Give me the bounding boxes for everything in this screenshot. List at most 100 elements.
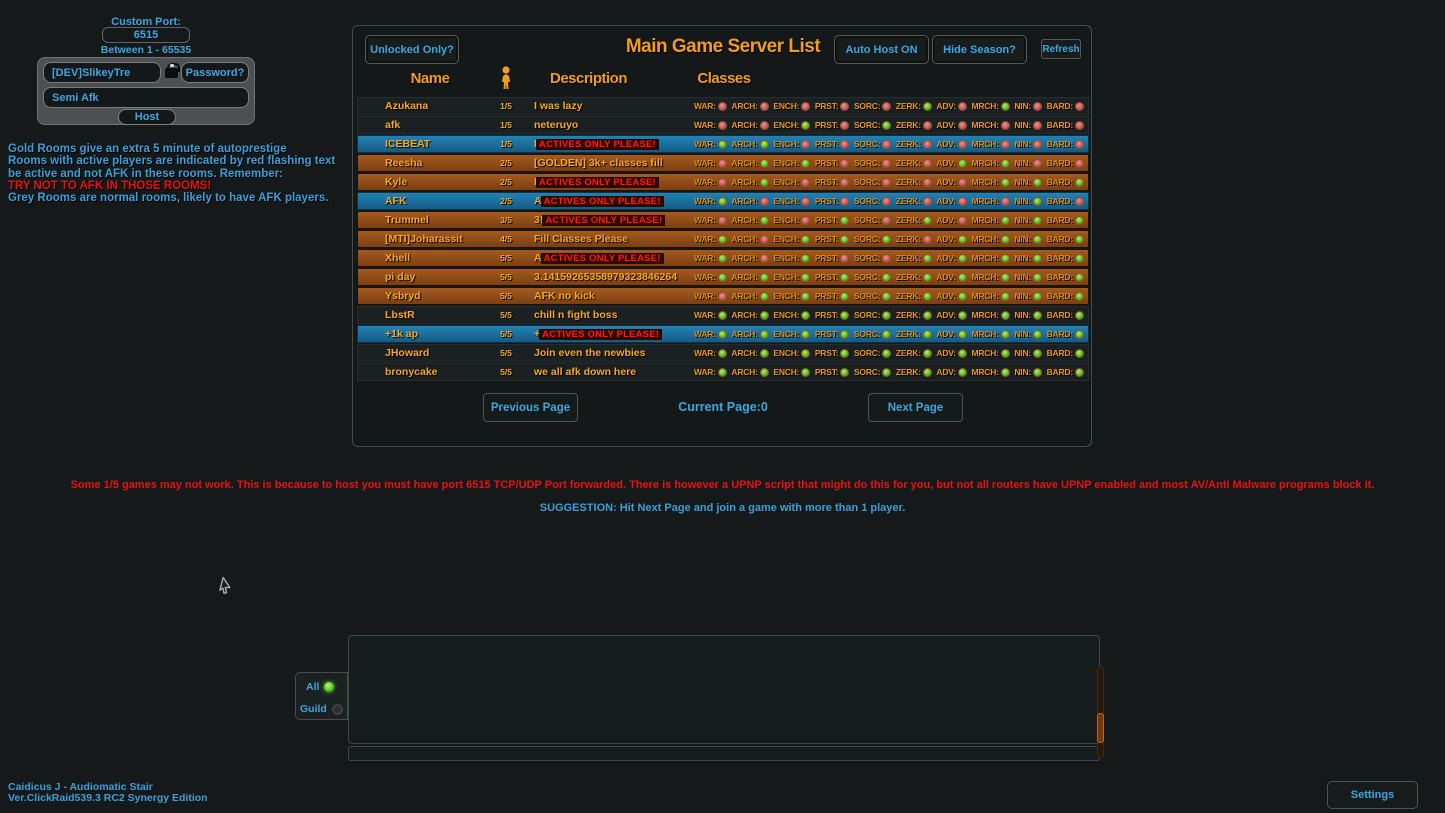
info-line: Grey Rooms are normal rooms, likely to h… xyxy=(8,192,368,204)
next-page-button[interactable]: Next Page xyxy=(868,393,963,422)
class-status-dot xyxy=(801,140,810,149)
server-row[interactable]: bronycake 5/5 we all afk down here WAR:A… xyxy=(357,363,1089,381)
server-classes: WAR:ARCH:ENCH:PRST:SORC:ZERK:ADV:MRCH:NI… xyxy=(694,177,1084,187)
custom-port-input[interactable]: 6515 xyxy=(102,27,190,43)
class-slot: ARCH: xyxy=(731,253,768,263)
server-row[interactable]: Azukana 1/5 I was lazy WAR:ARCH:ENCH:PRS… xyxy=(357,97,1089,115)
server-row[interactable]: Xhell 5/5 AACTIVES ONLY PLEASE! WAR:ARCH… xyxy=(357,249,1089,267)
mouse-cursor xyxy=(218,576,234,596)
class-status-dot xyxy=(1001,140,1010,149)
room-name-input[interactable]: Semi Afk xyxy=(43,87,249,108)
chat-scrollbar-thumb[interactable] xyxy=(1097,713,1104,743)
server-row[interactable]: +1k ap 5/5 +ACTIVES ONLY PLEASE! WAR:ARC… xyxy=(357,325,1089,343)
class-slot: ARCH: xyxy=(731,367,768,377)
server-classes: WAR:ARCH:ENCH:PRST:SORC:ZERK:ADV:MRCH:NI… xyxy=(694,139,1084,149)
server-name: JHoward xyxy=(385,347,491,359)
column-header-name: Name xyxy=(395,70,465,87)
chat-filter-guild[interactable]: Guild xyxy=(300,703,343,715)
unlocked-only-button[interactable]: Unlocked Only? xyxy=(365,35,459,64)
player-name-input[interactable]: [DEV]SlikeyTre xyxy=(43,62,161,83)
server-classes: WAR:ARCH:ENCH:PRST:SORC:ZERK:ADV:MRCH:NI… xyxy=(694,310,1084,320)
server-description: +ACTIVES ONLY PLEASE! xyxy=(534,328,694,340)
class-status-dot xyxy=(760,178,769,187)
class-slot: ADV: xyxy=(936,253,967,263)
class-status-dot xyxy=(718,330,727,339)
server-row[interactable]: pi day 5/5 3.14159265358979323846264 WAR… xyxy=(357,268,1089,286)
class-status-dot xyxy=(958,235,967,244)
auto-host-button[interactable]: Auto Host ON xyxy=(834,35,929,64)
settings-button[interactable]: Settings xyxy=(1327,781,1418,809)
class-slot: NIN: xyxy=(1014,310,1042,320)
class-status-dot xyxy=(958,178,967,187)
class-slot: MRCH: xyxy=(971,177,1009,187)
previous-page-button[interactable]: Previous Page xyxy=(483,393,578,422)
server-row[interactable]: Ysbryd 5/5 AFK no kick WAR:ARCH:ENCH:PRS… xyxy=(357,287,1089,305)
server-name: Kyle xyxy=(385,176,491,188)
server-row[interactable]: [MTI]Joharassit 4/5 Fill Classes Please … xyxy=(357,230,1089,248)
radio-off-icon[interactable] xyxy=(332,704,343,715)
class-slot: ARCH: xyxy=(731,101,768,111)
server-row[interactable]: Reesha 2/5 [GOLDEN] 3k+ classes fill WAR… xyxy=(357,154,1089,172)
refresh-button[interactable]: Refresh xyxy=(1041,39,1081,59)
host-button[interactable]: Host xyxy=(118,109,176,125)
class-slot: SORC: xyxy=(854,158,891,168)
hide-season-button[interactable]: Hide Season? xyxy=(932,35,1027,64)
class-status-dot xyxy=(958,311,967,320)
class-status-dot xyxy=(760,121,769,130)
class-status-dot xyxy=(923,254,932,263)
class-status-dot xyxy=(801,368,810,377)
class-status-dot xyxy=(718,178,727,187)
class-status-dot xyxy=(1033,368,1042,377)
class-status-dot xyxy=(1033,254,1042,263)
class-slot: WAR: xyxy=(694,310,727,320)
server-row[interactable]: JHoward 5/5 Join even the newbies WAR:AR… xyxy=(357,344,1089,362)
info-line: Gold Rooms give an extra 5 minute of aut… xyxy=(8,143,368,155)
class-slot: PRST: xyxy=(815,253,850,263)
class-status-dot xyxy=(1033,178,1042,187)
host-panel: [DEV]SlikeyTre Password? Semi Afk Host xyxy=(37,57,255,125)
server-player-count: 1/5 xyxy=(491,101,521,111)
class-slot: MRCH: xyxy=(971,348,1009,358)
class-slot: PRST: xyxy=(815,120,850,130)
server-row[interactable]: afk 1/5 neteruyo WAR:ARCH:ENCH:PRST:SORC… xyxy=(357,116,1089,134)
class-status-dot xyxy=(923,140,932,149)
class-slot: ENCH: xyxy=(773,329,810,339)
server-row[interactable]: ICEBEAT 1/5 IACTIVES ONLY PLEASE! WAR:AR… xyxy=(357,135,1089,153)
chat-input-field[interactable] xyxy=(348,746,1100,761)
chat-scrollbar[interactable] xyxy=(1097,666,1104,758)
class-slot: NIN: xyxy=(1014,291,1042,301)
class-status-dot xyxy=(958,273,967,282)
class-slot: SORC: xyxy=(854,234,891,244)
radio-on-icon[interactable] xyxy=(324,682,334,692)
class-slot: NIN: xyxy=(1014,196,1042,206)
server-row[interactable]: AFK 2/5 AACTIVES ONLY PLEASE! WAR:ARCH:E… xyxy=(357,192,1089,210)
class-slot: WAR: xyxy=(694,367,727,377)
server-player-count: 5/5 xyxy=(491,272,521,282)
class-status-dot xyxy=(1075,140,1084,149)
server-row[interactable]: Kyle 2/5 IACTIVES ONLY PLEASE! WAR:ARCH:… xyxy=(357,173,1089,191)
class-status-dot xyxy=(1001,368,1010,377)
class-slot: ADV: xyxy=(936,101,967,111)
server-name: Ysbryd xyxy=(385,290,491,302)
server-name: afk xyxy=(385,119,491,131)
class-status-dot xyxy=(718,140,727,149)
server-name: bronycake xyxy=(385,366,491,378)
chat-filter-all[interactable]: All xyxy=(306,681,334,693)
class-status-dot xyxy=(801,216,810,225)
class-slot: MRCH: xyxy=(971,234,1009,244)
server-row[interactable]: LbstR 5/5 chill n fight boss WAR:ARCH:EN… xyxy=(357,306,1089,324)
class-slot: ARCH: xyxy=(731,291,768,301)
class-slot: MRCH: xyxy=(971,139,1009,149)
chat-filter-all-label: All xyxy=(306,681,319,693)
class-slot: NIN: xyxy=(1014,139,1042,149)
server-row[interactable]: Trummel 3/5 3!ACTIVES ONLY PLEASE! WAR:A… xyxy=(357,211,1089,229)
class-slot: MRCH: xyxy=(971,196,1009,206)
class-slot: WAR: xyxy=(694,291,727,301)
class-status-dot xyxy=(760,140,769,149)
class-status-dot xyxy=(923,159,932,168)
class-slot: ADV: xyxy=(936,348,967,358)
class-status-dot xyxy=(718,349,727,358)
password-button[interactable]: Password? xyxy=(181,62,249,83)
class-slot: NIN: xyxy=(1014,348,1042,358)
class-status-dot xyxy=(1001,197,1010,206)
